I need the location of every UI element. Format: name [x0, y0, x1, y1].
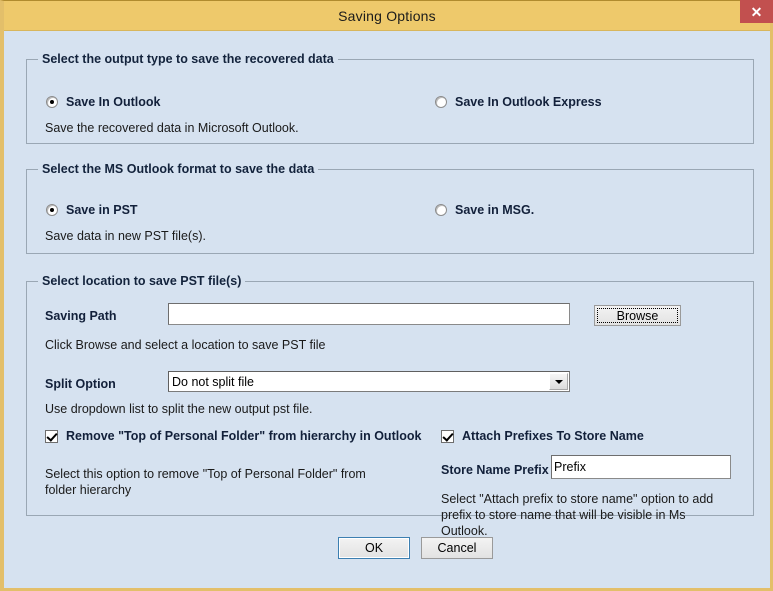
close-icon[interactable]: ✕ [740, 0, 773, 23]
ok-button-label: OK [364, 541, 384, 555]
checkbox-attach-prefixes-label: Attach Prefixes To Store Name [462, 429, 644, 443]
title-bar: Saving Options ✕ [4, 0, 773, 31]
radio-save-in-pst-label: Save in PST [66, 203, 138, 217]
store-name-prefix-label: Store Name Prefix [441, 463, 549, 477]
dialog-title: Saving Options [338, 7, 436, 24]
radio-save-in-pst-icon [46, 204, 58, 216]
chevron-down-icon[interactable] [549, 373, 568, 390]
dialog-body: Select the output type to save the recov… [4, 31, 770, 587]
radio-save-in-outlook-icon [46, 96, 58, 108]
radio-save-in-outlook-label: Save In Outlook [66, 95, 161, 109]
radio-save-in-msg-label: Save in MSG. [455, 203, 535, 217]
output-type-help-text: Save the recovered data in Microsoft Out… [45, 121, 299, 135]
checkbox-remove-top-folder-icon [45, 429, 58, 443]
saving-path-input[interactable] [168, 303, 570, 325]
ok-button[interactable]: OK [338, 537, 410, 559]
radio-save-in-outlook[interactable]: Save In Outlook [46, 95, 160, 109]
attach-prefixes-help-text: Select "Attach prefix to store name" opt… [441, 492, 714, 538]
split-option-dropdown[interactable]: Do not split file [168, 371, 570, 392]
browse-button-label: Browse [597, 308, 678, 323]
format-help-text: Save data in new PST file(s). [45, 229, 206, 243]
browse-help-text: Click Browse and select a location to sa… [45, 338, 326, 352]
checkbox-attach-prefixes-icon [441, 429, 454, 443]
radio-save-in-outlook-express-icon [435, 96, 447, 108]
radio-save-in-outlook-express-label: Save In Outlook Express [455, 95, 602, 109]
split-option-label: Split Option [45, 377, 116, 391]
group-save-location-title: Select location to save PST file(s) [38, 274, 246, 288]
radio-save-in-msg[interactable]: Save in MSG. [435, 203, 534, 217]
checkbox-remove-top-folder[interactable]: Remove "Top of Personal Folder" from hie… [45, 429, 421, 443]
remove-top-folder-help-text: Select this option to remove "Top of Per… [45, 467, 366, 497]
cancel-button-label: Cancel [437, 541, 477, 555]
group-outlook-format-title: Select the MS Outlook format to save the… [38, 162, 319, 176]
group-output-type-title: Select the output type to save the recov… [38, 52, 338, 66]
cancel-button[interactable]: Cancel [421, 537, 493, 559]
saving-options-dialog: Saving Options ✕ Select the output type … [0, 0, 773, 591]
radio-save-in-msg-icon [435, 204, 447, 216]
radio-save-in-outlook-express[interactable]: Save In Outlook Express [435, 95, 602, 109]
radio-save-in-pst[interactable]: Save in PST [46, 203, 138, 217]
split-option-value: Do not split file [172, 374, 254, 389]
checkbox-remove-top-folder-label: Remove "Top of Personal Folder" from hie… [66, 429, 422, 443]
checkbox-attach-prefixes[interactable]: Attach Prefixes To Store Name [441, 429, 644, 443]
split-option-help-text: Use dropdown list to split the new outpu… [45, 402, 313, 416]
browse-button[interactable]: Browse [594, 305, 681, 326]
store-name-prefix-input[interactable] [551, 455, 731, 479]
saving-path-label: Saving Path [45, 309, 117, 323]
